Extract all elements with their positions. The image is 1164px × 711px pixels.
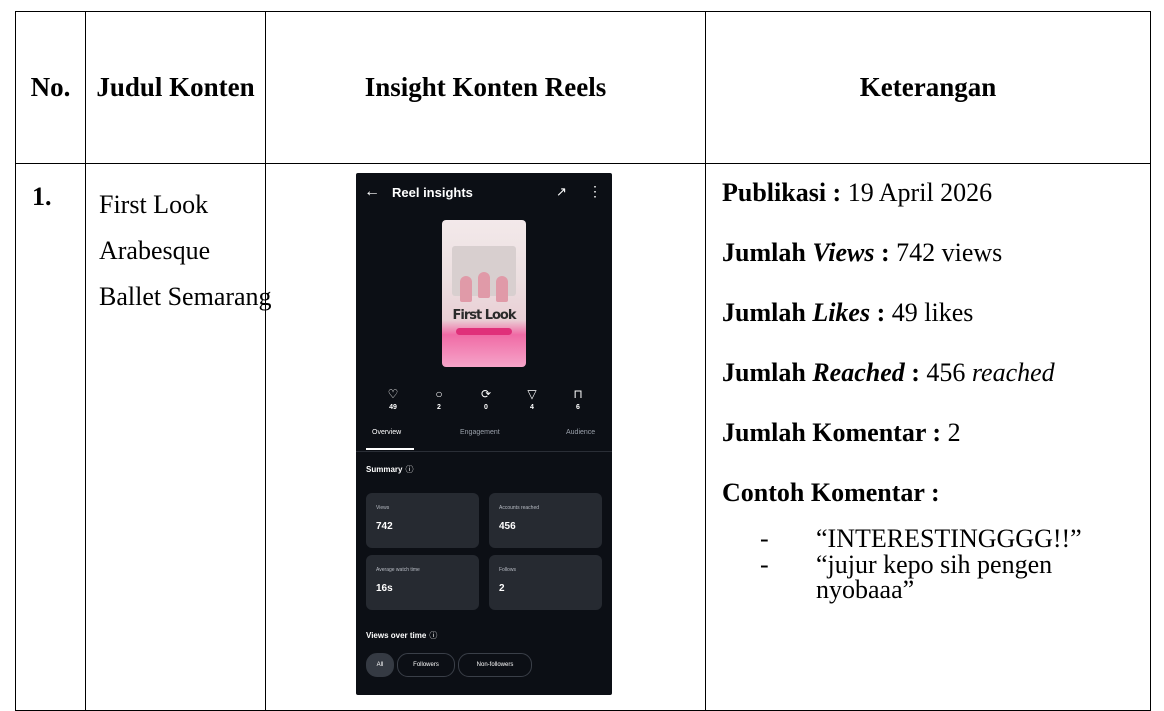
content-title: First Look Arabesque Ballet Semarang — [85, 163, 272, 711]
insight-screenshot-cell: ← Reel insights ↗ ⋮ First Look ♡ 49 ○ 2 … — [265, 163, 706, 711]
stat-value: 6 — [576, 404, 580, 411]
stat-saves: ⊓ 6 — [563, 387, 593, 411]
card-label: Accounts reached — [499, 505, 540, 511]
publikasi-value: 19 April 2026 — [841, 178, 993, 207]
comment-icon: ○ — [435, 387, 443, 401]
reached-value: 456 — [919, 358, 972, 387]
views-over-time-heading: Views over time ⓘ — [366, 630, 437, 641]
card-views[interactable]: Views 742 — [366, 493, 479, 548]
likes-label: Jumlah Likes : — [722, 298, 886, 327]
card-average-watch-time[interactable]: Average watch time 16s — [366, 555, 479, 610]
trend-icon[interactable]: ↗ — [556, 184, 567, 200]
likes-line: Jumlah Likes : 49 likes — [722, 298, 1150, 328]
summary-heading: Summary ⓘ — [366, 464, 413, 475]
insight-tabs: Overview Engagement Audience — [356, 429, 612, 452]
insight-table: No. Judul Konten Insight Konten Reels Ke… — [15, 11, 1151, 711]
komentar-value: 2 — [941, 418, 961, 447]
publikasi-line: Publikasi : 19 April 2026 — [722, 178, 1150, 208]
card-label: Views — [376, 505, 390, 511]
stat-value: 0 — [484, 404, 488, 411]
stat-value: 4 — [530, 404, 534, 411]
views-value: 742 views — [889, 238, 1003, 267]
more-options-icon[interactable]: ⋮ — [588, 183, 602, 200]
stat-reposts: ⟳ 0 — [471, 387, 501, 411]
thumbnail-caption: First Look — [452, 308, 516, 323]
content-title-line: First Look — [99, 190, 209, 219]
tab-audience[interactable]: Audience — [566, 429, 595, 436]
phone-header: ← Reel insights ↗ ⋮ — [356, 173, 612, 213]
back-arrow-icon[interactable]: ← — [364, 183, 380, 201]
card-value: 2 — [499, 583, 505, 594]
chip-followers[interactable]: Followers — [397, 653, 455, 677]
info-icon[interactable]: ⓘ — [405, 465, 413, 474]
save-icon: ⊓ — [573, 387, 583, 401]
list-item: - “INTERESTINGGGG!!” — [760, 524, 1150, 553]
card-value: 16s — [376, 583, 393, 594]
content-title-line: Ballet Semarang — [99, 282, 272, 311]
comment-text: “jujur kepo sih pengen nyobaaa” — [816, 550, 1053, 604]
reached-word: reached — [971, 358, 1055, 387]
chip-non-followers[interactable]: Non-followers — [458, 653, 532, 677]
header-title: Judul Konten — [85, 11, 266, 164]
stat-shares: ▽ 4 — [517, 387, 547, 411]
thumbnail-dancer — [496, 276, 508, 302]
list-item: - “jujur kepo sih pengen nyobaaa” — [760, 550, 1150, 604]
contoh-komentar-label: Contoh Komentar : — [722, 478, 940, 507]
card-label: Follows — [499, 567, 516, 573]
dash-bullet: - — [760, 550, 769, 579]
chip-all[interactable]: All — [366, 653, 394, 677]
screen-title: Reel insights — [392, 185, 473, 200]
header-keterangan: Keterangan — [705, 11, 1151, 164]
active-tab-indicator — [366, 448, 414, 450]
summary-title: Summary — [366, 465, 403, 474]
stat-value: 2 — [437, 404, 441, 411]
reached-label: Jumlah Reached : — [722, 358, 920, 387]
stat-value: 49 — [389, 404, 397, 411]
share-icon: ▽ — [527, 387, 537, 401]
tab-overview[interactable]: Overview — [372, 429, 401, 436]
repost-icon: ⟳ — [480, 387, 492, 401]
stat-likes: ♡ 49 — [378, 387, 408, 411]
comment-text: “INTERESTINGGGG!!” — [816, 524, 1082, 553]
publikasi-label: Publikasi : — [722, 178, 842, 207]
thumbnail-dancer — [478, 272, 490, 298]
thumbnail-dancer — [460, 276, 472, 302]
info-icon[interactable]: ⓘ — [429, 631, 437, 640]
reel-thumbnail[interactable]: First Look — [442, 220, 526, 367]
card-follows[interactable]: Follows 2 — [489, 555, 602, 610]
reel-stats: ♡ 49 ○ 2 ⟳ 0 ▽ 4 ⊓ 6 — [356, 387, 612, 417]
header-row: No. Judul Konten Insight Konten Reels Ke… — [15, 11, 1151, 164]
views-line: Jumlah Views : 742 views — [722, 238, 1150, 268]
reached-line: Jumlah Reached : 456 reached — [722, 358, 1150, 388]
contoh-komentar-line: Contoh Komentar : — [722, 478, 1150, 508]
keterangan-cell: Publikasi : 19 April 2026 Jumlah Views :… — [705, 163, 1151, 711]
card-value: 742 — [376, 521, 393, 532]
table-row: 1. First Look Arabesque Ballet Semarang … — [15, 163, 1151, 711]
header-insight: Insight Konten Reels — [265, 11, 706, 164]
dash-bullet: - — [760, 524, 769, 553]
tab-engagement[interactable]: Engagement — [460, 429, 500, 436]
heart-icon: ♡ — [387, 387, 399, 401]
row-number: 1. — [15, 163, 86, 711]
likes-value: 49 likes — [885, 298, 974, 327]
reel-insights-screenshot: ← Reel insights ↗ ⋮ First Look ♡ 49 ○ 2 … — [356, 173, 612, 695]
stat-comments: ○ 2 — [424, 387, 454, 411]
komentar-line: Jumlah Komentar : 2 — [722, 418, 1150, 448]
views-over-time-title: Views over time — [366, 631, 427, 640]
card-label: Average watch time — [376, 567, 420, 573]
card-value: 456 — [499, 521, 516, 532]
views-label: Jumlah Views : — [722, 238, 890, 267]
thumbnail-pill — [456, 328, 512, 335]
komentar-label: Jumlah Komentar : — [722, 418, 942, 447]
header-no: No. — [15, 11, 86, 164]
card-accounts-reached[interactable]: Accounts reached 456 — [489, 493, 602, 548]
comment-list: - “INTERESTINGGGG!!” - “jujur kepo sih pen… — [722, 524, 1150, 604]
content-title-line: Arabesque — [99, 236, 211, 265]
